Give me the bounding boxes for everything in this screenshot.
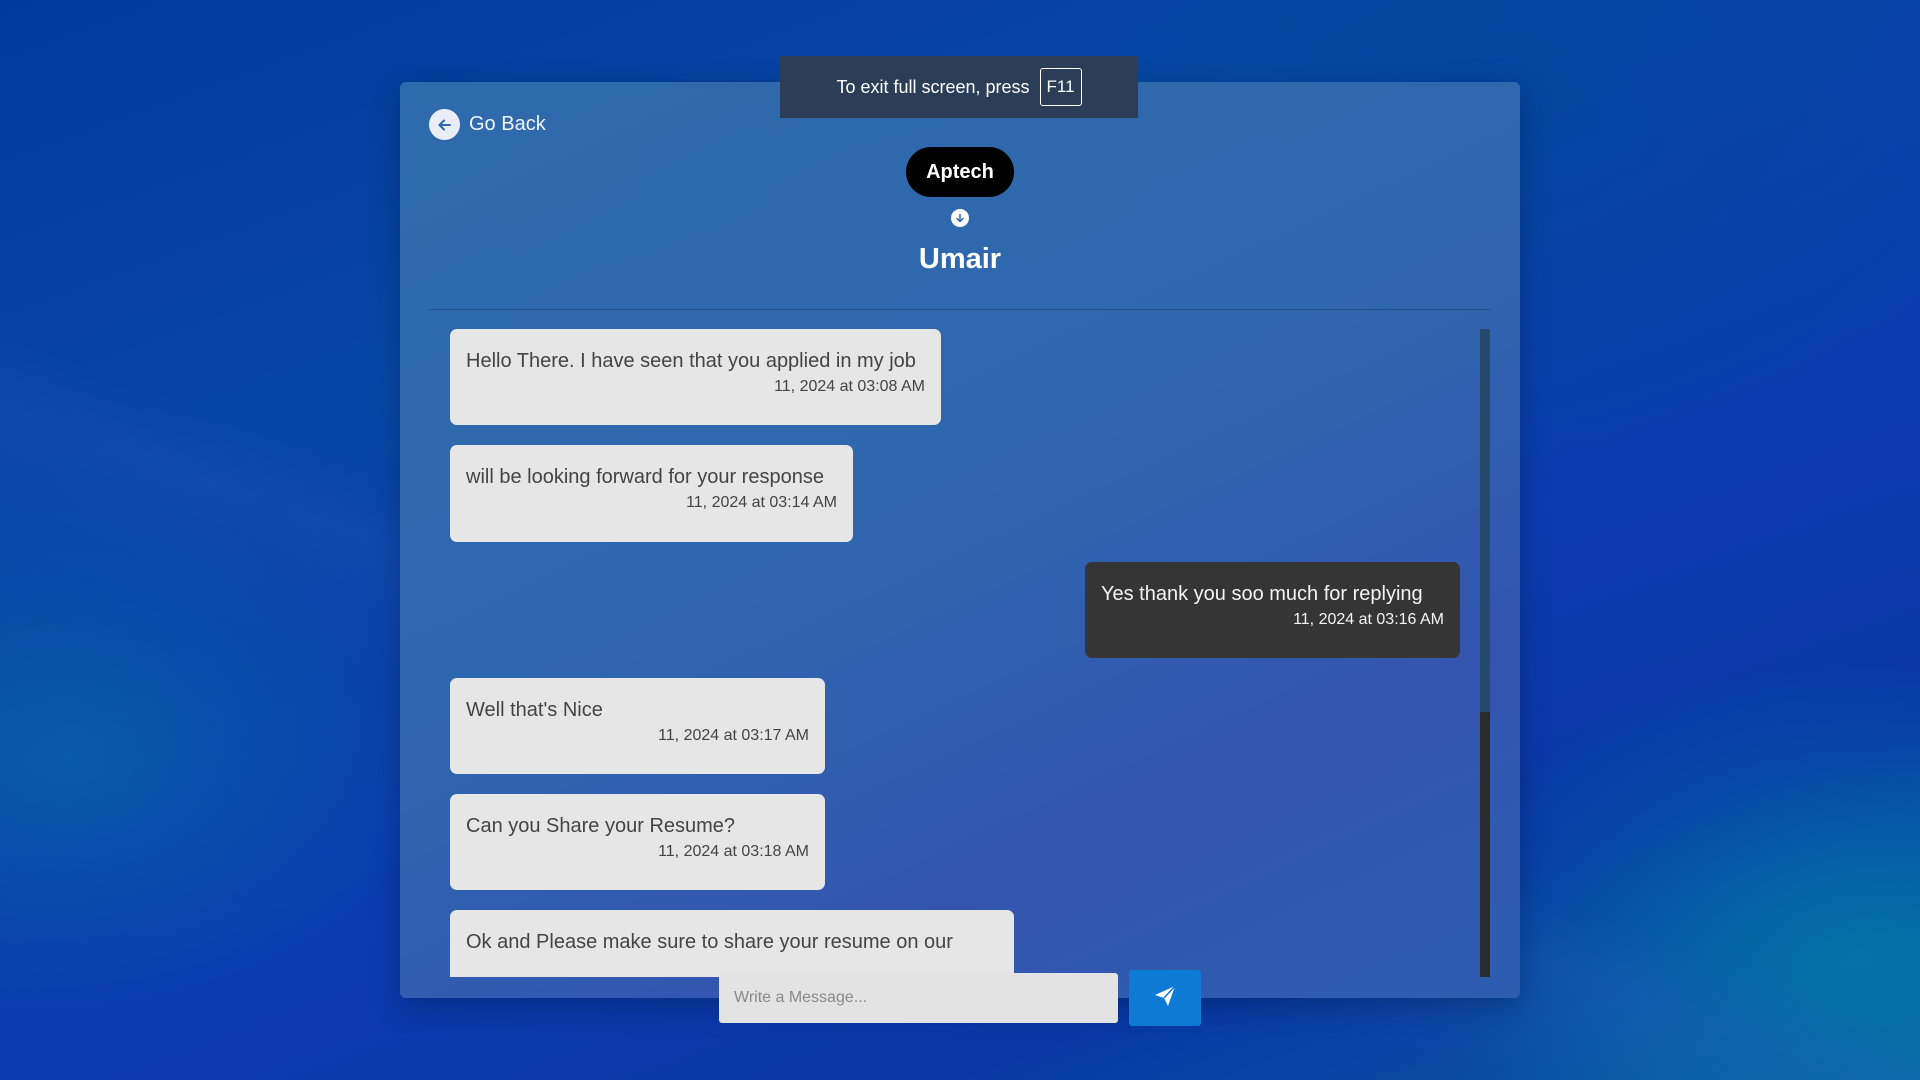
go-back-label: Go Back: [469, 113, 546, 135]
message-time: 11, 2024 at 03:14 AM: [686, 494, 837, 511]
message-bubble: Well that's Nice 11, 2024 at 03:17 AM: [450, 678, 825, 774]
fullscreen-notice-text: To exit full screen, press: [836, 76, 1030, 97]
fullscreen-key: F11: [1039, 68, 1082, 106]
message-bubble: Can you Share your Resume? 11, 2024 at 0…: [450, 794, 825, 890]
message-time: 11, 2024 at 03:17 AM: [658, 727, 809, 744]
message-scrollbar[interactable]: [1480, 329, 1490, 977]
header-divider: [429, 309, 1491, 310]
fullscreen-notice: To exit full screen, press F11: [780, 56, 1138, 118]
message-bubble: Hello There. I have seen that you applie…: [450, 329, 941, 425]
message-text: Ok and Please make sure to share your re…: [466, 931, 953, 953]
message-text: Well that's Nice: [466, 699, 603, 721]
scrollbar-thumb[interactable]: [1480, 329, 1490, 712]
message-text: Can you Share your Resume?: [466, 815, 736, 837]
contact-name: Umair: [918, 243, 1002, 275]
company-badge: Aptech: [906, 147, 1014, 197]
paper-plane-icon: [1153, 985, 1177, 1011]
chat-panel: Go Back Aptech Umair Hello There. I have…: [400, 82, 1520, 998]
message-time: 11, 2024 at 03:18 AM: [658, 843, 809, 860]
message-bubble: will be looking forward for your respons…: [450, 445, 853, 542]
message-bubble: Ok and Please make sure to share your re…: [450, 910, 1014, 977]
message-text: will be looking forward for your respons…: [466, 466, 824, 488]
message-bubble: Yes thank you soo much for replying 11, …: [1085, 562, 1460, 658]
arrow-down-icon[interactable]: [951, 209, 969, 227]
message-time: 11, 2024 at 03:16 AM: [1293, 611, 1444, 628]
message-input[interactable]: [719, 973, 1118, 1023]
message-time: 11, 2024 at 03:08 AM: [774, 378, 925, 395]
send-button[interactable]: [1129, 970, 1201, 1026]
message-text: Yes thank you soo much for replying: [1101, 583, 1423, 605]
arrow-left-icon: [429, 109, 460, 140]
message-text: Hello There. I have seen that you applie…: [466, 350, 916, 372]
message-list[interactable]: Hello There. I have seen that you applie…: [429, 329, 1479, 977]
go-back-button[interactable]: Go Back: [429, 109, 546, 140]
